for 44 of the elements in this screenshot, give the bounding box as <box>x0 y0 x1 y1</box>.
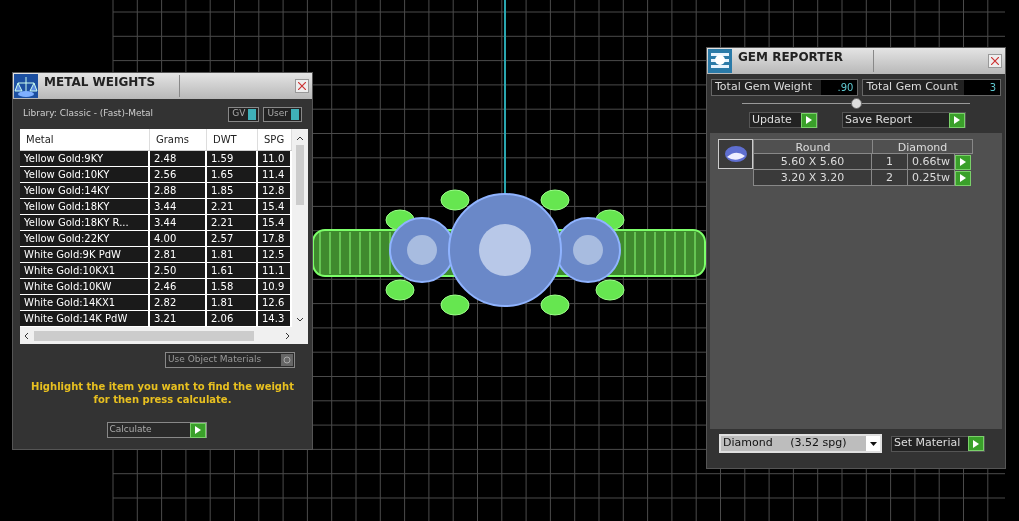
toggle-button[interactable]: User <box>263 106 302 122</box>
use-object-materials-toggle[interactable]: Use Object Materials <box>165 352 295 368</box>
close-button[interactable] <box>988 54 1002 68</box>
toggle-button[interactable]: GV <box>228 106 260 122</box>
column-header[interactable]: Metal <box>20 129 150 150</box>
table-cell: 3.20 X 3.20 <box>753 170 872 186</box>
scroll-thumb[interactable] <box>296 145 304 205</box>
caret-icon <box>866 436 880 451</box>
table-cell: 0.25tw <box>907 170 955 186</box>
calculate-button[interactable]: Calculate <box>106 422 207 438</box>
column-header[interactable]: DWT <box>207 129 258 150</box>
gem-icon <box>718 139 753 169</box>
slider[interactable] <box>742 97 970 109</box>
column-header: Diamond <box>896 140 949 153</box>
action-button[interactable]: Save Report <box>842 112 966 128</box>
column-header: Round <box>754 140 873 153</box>
play-icon <box>806 116 812 124</box>
action-button[interactable]: Update <box>749 112 818 128</box>
play-icon <box>194 426 201 434</box>
material-dropdown[interactable]: Diamond (3.52 spg) <box>719 434 882 453</box>
set-material-button[interactable]: Set Material <box>891 435 985 452</box>
play-button[interactable] <box>955 170 971 186</box>
play-icon <box>954 116 960 124</box>
table-cell: 1 <box>872 154 907 170</box>
library-label: Library: Classic - (Fast)-Metal <box>23 107 153 121</box>
scroll-left-icon[interactable] <box>23 331 29 340</box>
report-icon <box>708 49 732 73</box>
instruction-text: Highlight the item you want to find the weight for then press calculate. <box>30 380 295 406</box>
table-cell: 2 <box>872 170 907 186</box>
scale-icon <box>14 74 38 98</box>
table-cell: 0.66tw <box>907 154 955 170</box>
play-icon <box>973 439 979 448</box>
table-cell: 5.60 X 5.60 <box>753 154 872 170</box>
play-button[interactable] <box>955 154 971 170</box>
vertical-scrollbar[interactable] <box>292 129 308 327</box>
column-header[interactable]: Grams <box>150 129 207 150</box>
window-title: METAL WEIGHTS <box>44 74 157 91</box>
horizontal-scrollbar[interactable] <box>20 327 308 344</box>
scroll-right-icon[interactable] <box>285 331 291 340</box>
close-button[interactable] <box>295 79 309 93</box>
window-title: GEM REPORTER <box>738 49 844 66</box>
scroll-down-icon[interactable] <box>296 317 304 323</box>
scroll-up-icon[interactable] <box>296 135 304 141</box>
scroll-thumb[interactable] <box>34 330 254 341</box>
